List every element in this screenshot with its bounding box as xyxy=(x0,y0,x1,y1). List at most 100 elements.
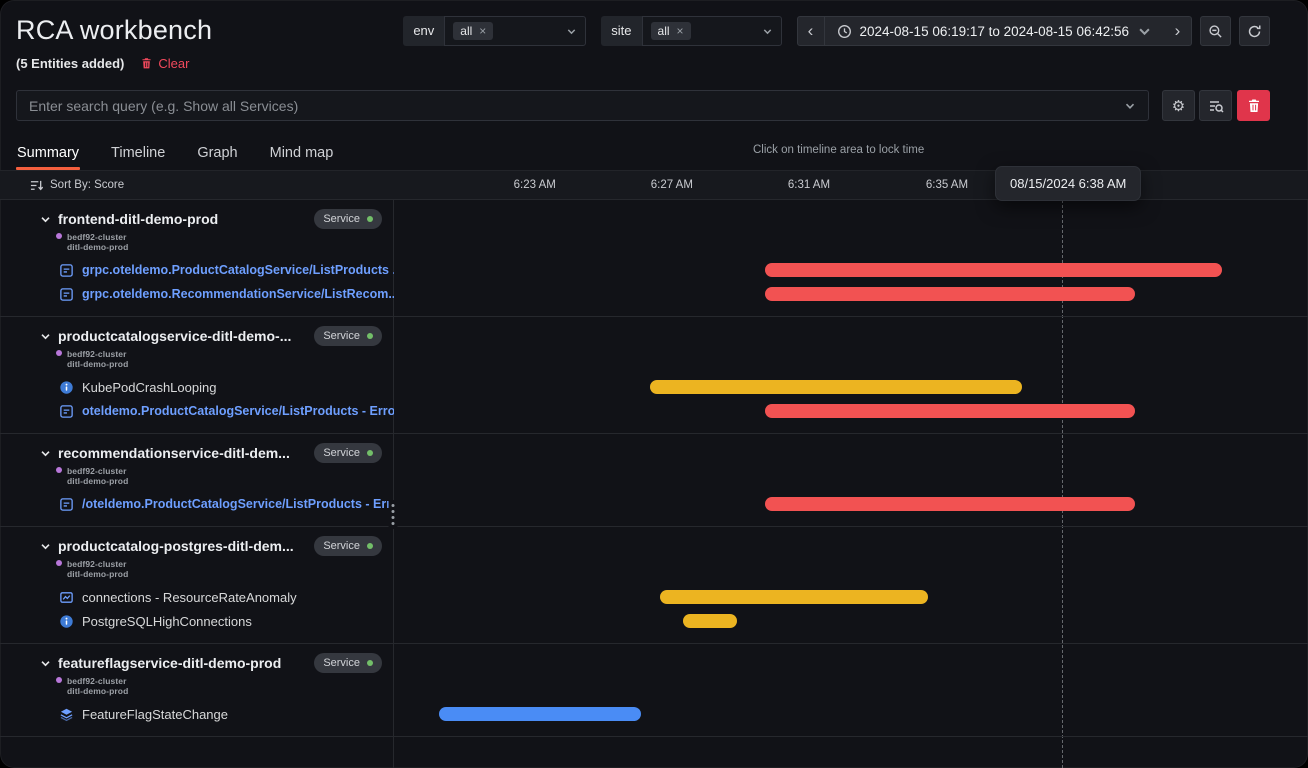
timeline-track[interactable] xyxy=(394,492,1308,516)
topbar-controls: env all × site all × xyxy=(403,14,1270,73)
namespace-name: ditl-demo-prod xyxy=(67,359,128,369)
cluster-name: bedf92-cluster xyxy=(67,349,128,359)
clear-button[interactable]: Clear xyxy=(140,56,189,71)
entity-groups: frontend-ditl-demo-prodServicebedf92-clu… xyxy=(0,200,1308,737)
item-text: KubePodCrashLooping xyxy=(82,380,216,395)
time-shift-back-button[interactable]: ‹ xyxy=(797,16,825,46)
item-text: PostgreSQLHighConnections xyxy=(82,614,252,629)
cluster-info: bedf92-clusterditl-demo-prod xyxy=(0,676,1308,696)
item-label[interactable]: FeatureFlagStateChange xyxy=(0,706,394,722)
timeline-item-row: /oteldemo.ProductCatalogService/ListProd… xyxy=(0,492,1308,516)
search-row: ⚙ xyxy=(16,90,1270,121)
site-value: all xyxy=(658,24,670,38)
timeline-bar[interactable] xyxy=(683,614,737,628)
item-label[interactable]: PostgreSQLHighConnections xyxy=(0,613,394,629)
timeline-track[interactable] xyxy=(394,585,1308,609)
item-label[interactable]: grpc.oteldemo.RecommendationService/List… xyxy=(0,286,394,302)
timeline-bar[interactable] xyxy=(765,404,1135,418)
delete-query-button[interactable] xyxy=(1237,90,1270,121)
span-icon xyxy=(58,496,74,512)
status-dot xyxy=(367,450,373,456)
cluster-info: bedf92-clusterditl-demo-prod xyxy=(0,232,1308,252)
item-label[interactable]: grpc.oteldemo.ProductCatalogService/List… xyxy=(0,262,394,278)
tab-summary[interactable]: Summary xyxy=(16,135,80,170)
tab-graph[interactable]: Graph xyxy=(196,135,238,170)
timeline-bar[interactable] xyxy=(660,590,928,604)
item-label[interactable]: /oteldemo.ProductCatalogService/ListProd… xyxy=(0,496,394,512)
time-tick-label: 6:27 AM xyxy=(651,179,693,191)
timeline-item-row: grpc.oteldemo.ProductCatalogService/List… xyxy=(0,258,1308,282)
timeline-content: frontend-ditl-demo-prodServicebedf92-clu… xyxy=(0,200,1308,768)
timeline-item-row: KubePodCrashLooping xyxy=(0,375,1308,399)
chevron-down-icon[interactable] xyxy=(40,448,51,459)
time-axis[interactable]: 6:23 AM6:27 AM6:31 AM6:35 AM xyxy=(394,171,1308,199)
item-label[interactable]: oteldemo.ProductCatalogService/ListProdu… xyxy=(0,403,394,419)
chevron-down-icon xyxy=(762,26,773,37)
tab-mind-map[interactable]: Mind map xyxy=(269,135,335,170)
timeline-track[interactable] xyxy=(394,375,1308,399)
info-icon xyxy=(58,379,74,395)
list-search-icon xyxy=(1208,98,1224,114)
zoom-out-button[interactable] xyxy=(1200,16,1231,46)
group-header[interactable]: recommendationservice-ditl-dem...Service xyxy=(0,442,394,464)
remove-site-value-icon[interactable]: × xyxy=(677,25,684,37)
badge-label: Service xyxy=(323,330,360,342)
timeline-bar[interactable] xyxy=(765,497,1135,511)
span-icon xyxy=(58,403,74,419)
timeline-item-row: grpc.oteldemo.RecommendationService/List… xyxy=(0,282,1308,306)
timeline-bar[interactable] xyxy=(765,287,1135,301)
timeline-track[interactable] xyxy=(394,702,1308,726)
rca-workbench-app: RCA workbench (5 Entities added) Clear e… xyxy=(0,0,1308,768)
time-tooltip: 08/15/2024 6:38 AM xyxy=(995,166,1141,201)
panel-resize-handle[interactable] xyxy=(389,500,398,529)
chevron-down-icon[interactable] xyxy=(40,214,51,225)
timeline-track[interactable] xyxy=(394,258,1308,282)
layers-icon xyxy=(58,706,74,722)
item-label[interactable]: connections - ResourceRateAnomaly xyxy=(0,589,394,605)
span-icon xyxy=(58,286,74,302)
time-shift-forward-button[interactable]: › xyxy=(1164,16,1192,46)
time-range-text: 2024-08-15 06:19:17 to 2024-08-15 06:42:… xyxy=(860,24,1129,39)
clear-label: Clear xyxy=(158,56,189,71)
timeline-track[interactable] xyxy=(394,282,1308,306)
env-filter-select[interactable]: all × xyxy=(444,16,586,46)
time-tick-label: 6:31 AM xyxy=(788,179,830,191)
group-header[interactable]: featureflagservice-ditl-demo-prodService xyxy=(0,652,394,674)
cluster-info: bedf92-clusterditl-demo-prod xyxy=(0,466,1308,486)
remove-env-value-icon[interactable]: × xyxy=(479,25,486,37)
group-title: featureflagservice-ditl-demo-prod xyxy=(58,655,281,671)
group-header[interactable]: productcatalog-postgres-ditl-dem...Servi… xyxy=(0,535,394,557)
refresh-button[interactable] xyxy=(1239,16,1270,46)
group-header[interactable]: frontend-ditl-demo-prodService xyxy=(0,208,394,230)
chevron-down-icon[interactable] xyxy=(40,658,51,669)
timeline-bar[interactable] xyxy=(439,707,641,721)
env-value-chip: all × xyxy=(453,22,493,40)
info-icon xyxy=(58,613,74,629)
timeline-track[interactable] xyxy=(394,609,1308,633)
group-header[interactable]: productcatalogservice-ditl-demo-...Servi… xyxy=(0,325,394,347)
group-items: FeatureFlagStateChange xyxy=(0,702,1308,726)
site-filter-select[interactable]: all × xyxy=(642,16,782,46)
status-dot xyxy=(367,216,373,222)
span-icon xyxy=(58,262,74,278)
sort-icon xyxy=(30,179,43,192)
entity-group: frontend-ditl-demo-prodServicebedf92-clu… xyxy=(0,200,1308,317)
settings-button[interactable]: ⚙ xyxy=(1162,90,1195,121)
site-filter-label: site xyxy=(601,16,641,46)
timeline-bar[interactable] xyxy=(650,380,1022,394)
sort-by-control[interactable]: Sort By: Score xyxy=(0,171,394,199)
chevron-down-icon[interactable] xyxy=(40,331,51,342)
item-label[interactable]: KubePodCrashLooping xyxy=(0,379,394,395)
group-title: frontend-ditl-demo-prod xyxy=(58,211,218,227)
timeline-bar[interactable] xyxy=(765,263,1222,277)
time-range-picker[interactable]: 2024-08-15 06:19:17 to 2024-08-15 06:42:… xyxy=(825,16,1164,46)
clock-icon xyxy=(837,24,852,39)
query-inspector-button[interactable] xyxy=(1199,90,1232,121)
chevron-down-icon[interactable] xyxy=(40,541,51,552)
tab-timeline[interactable]: Timeline xyxy=(110,135,166,170)
timeline-track[interactable] xyxy=(394,399,1308,423)
search-input[interactable] xyxy=(29,98,1124,114)
chevron-down-icon[interactable] xyxy=(1124,100,1136,112)
timeline-item-row: FeatureFlagStateChange xyxy=(0,702,1308,726)
group-items: /oteldemo.ProductCatalogService/ListProd… xyxy=(0,492,1308,516)
